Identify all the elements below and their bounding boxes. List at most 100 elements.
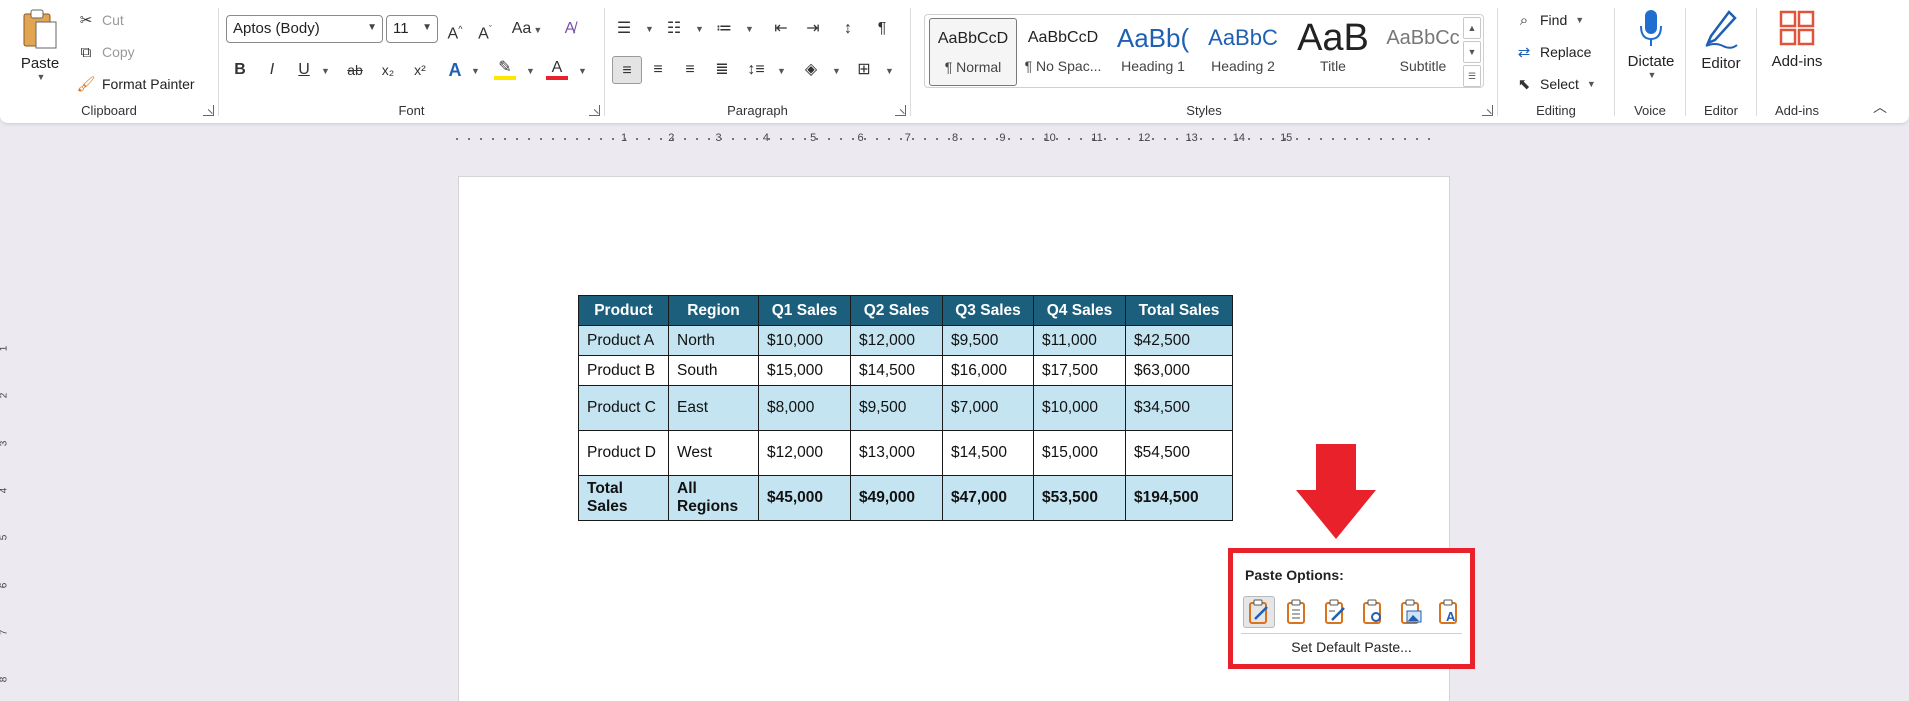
font-launcher-icon[interactable] xyxy=(589,105,600,116)
table-header-cell[interactable]: Total Sales xyxy=(1125,295,1233,326)
sort-button[interactable]: ↕ xyxy=(837,17,859,41)
table-cell[interactable]: $11,000 xyxy=(1033,325,1126,356)
table-cell[interactable]: $7,000 xyxy=(942,385,1034,431)
underline-button[interactable]: U xyxy=(293,58,315,82)
keep-source-formatting-icon[interactable] xyxy=(1243,596,1275,628)
dictate-button[interactable]: Dictate ▼ xyxy=(1621,8,1681,80)
paragraph-launcher-icon[interactable] xyxy=(895,105,906,116)
table-cell[interactable]: $9,500 xyxy=(942,325,1034,356)
font-family-select[interactable]: Aptos (Body) ▼ xyxy=(226,15,383,43)
align-center-button[interactable]: ≡ xyxy=(647,58,669,82)
multilevel-dropdown-icon[interactable]: ▼ xyxy=(745,24,754,34)
dictate-dropdown-icon[interactable]: ▼ xyxy=(1623,70,1681,80)
shading-dropdown-icon[interactable]: ▼ xyxy=(832,66,841,76)
table-cell[interactable]: $53,500 xyxy=(1033,475,1126,521)
table-cell[interactable]: $9,500 xyxy=(850,385,943,431)
addins-button[interactable]: Add-ins xyxy=(1762,8,1832,70)
table-cell[interactable]: $63,000 xyxy=(1125,355,1233,386)
line-spacing-button[interactable]: ↕≡ xyxy=(745,58,767,82)
merge-formatting-icon[interactable] xyxy=(1319,596,1351,628)
multilevel-list-button[interactable]: ≔ xyxy=(713,17,735,41)
clear-formatting-button[interactable]: A̸ xyxy=(559,17,581,41)
table-cell[interactable]: West xyxy=(668,430,759,476)
align-right-button[interactable]: ≡ xyxy=(679,58,701,82)
table-cell[interactable]: $49,000 xyxy=(850,475,943,521)
table-cell[interactable]: $54,500 xyxy=(1125,430,1233,476)
grow-font-button[interactable]: A^ xyxy=(444,17,466,42)
table-cell[interactable]: $14,500 xyxy=(850,355,943,386)
numbering-button[interactable]: ☷ xyxy=(663,17,685,41)
justify-button[interactable]: ≣ xyxy=(711,58,733,82)
paste-dropdown-icon[interactable]: ▼ xyxy=(16,72,66,82)
strikethrough-button[interactable]: ab xyxy=(344,58,366,82)
table-cell[interactable]: $15,000 xyxy=(758,355,851,386)
paste-button[interactable]: Paste ▼ xyxy=(14,8,66,92)
table-cell[interactable]: Product A xyxy=(578,325,669,356)
set-default-paste-button[interactable]: Set Default Paste... xyxy=(1233,639,1470,655)
table-header-cell[interactable]: Region xyxy=(668,295,759,326)
table-cell[interactable]: $12,000 xyxy=(758,430,851,476)
table-header-cell[interactable]: Q1 Sales xyxy=(758,295,851,326)
borders-button[interactable]: ⊞ xyxy=(853,58,875,82)
table-cell[interactable]: $45,000 xyxy=(758,475,851,521)
underline-dropdown-icon[interactable]: ▼ xyxy=(321,66,330,76)
bullets-button[interactable]: ☰ xyxy=(613,17,635,41)
font-color-button[interactable]: A xyxy=(546,58,568,80)
sales-table[interactable]: Product Region Q1 Sales Q2 Sales Q3 Sale… xyxy=(578,295,1233,521)
collapse-ribbon-icon[interactable]: ︿ xyxy=(1873,97,1887,117)
table-cell[interactable]: $47,000 xyxy=(942,475,1034,521)
superscript-button[interactable]: x² xyxy=(409,58,431,82)
select-button[interactable]: ⬉ Select ▼ xyxy=(1514,74,1596,94)
table-cell[interactable]: East xyxy=(668,385,759,431)
table-cell[interactable]: $16,000 xyxy=(942,355,1034,386)
table-cell[interactable]: $42,500 xyxy=(1125,325,1233,356)
cut-button[interactable]: ✂ Cut xyxy=(76,10,124,30)
table-cell[interactable]: $10,000 xyxy=(1033,385,1126,431)
table-cell[interactable]: $12,000 xyxy=(850,325,943,356)
font-color-dropdown-icon[interactable]: ▼ xyxy=(578,66,587,76)
align-left-button[interactable]: ≡ xyxy=(612,56,642,84)
change-case-button[interactable]: Aa ▼ xyxy=(509,17,545,41)
table-cell[interactable]: Product C xyxy=(578,385,669,431)
table-cell[interactable]: $17,500 xyxy=(1033,355,1126,386)
numbering-dropdown-icon[interactable]: ▼ xyxy=(695,24,704,34)
bold-button[interactable]: B xyxy=(229,58,251,82)
table-cell[interactable]: $14,500 xyxy=(942,430,1034,476)
table-cell[interactable]: Product D xyxy=(578,430,669,476)
format-painter-button[interactable]: 🖌 Format Painter xyxy=(76,74,194,94)
font-size-select[interactable]: 11 ▼ xyxy=(386,15,438,43)
text-effects-dropdown-icon[interactable]: ▼ xyxy=(471,66,480,76)
table-cell[interactable]: $15,000 xyxy=(1033,430,1126,476)
table-cell[interactable]: $34,500 xyxy=(1125,385,1233,431)
table-cell[interactable]: $10,000 xyxy=(758,325,851,356)
find-button[interactable]: ⌕ Find ▼ xyxy=(1514,10,1584,30)
table-cell[interactable]: $194,500 xyxy=(1125,475,1233,521)
text-effects-button[interactable]: A xyxy=(444,58,466,82)
bullets-dropdown-icon[interactable]: ▼ xyxy=(645,24,654,34)
replace-button[interactable]: ⇄ Replace xyxy=(1514,42,1592,62)
line-spacing-dropdown-icon[interactable]: ▼ xyxy=(777,66,786,76)
highlight-dropdown-icon[interactable]: ▼ xyxy=(526,66,535,76)
picture-paste-icon[interactable] xyxy=(1395,596,1427,628)
table-cell[interactable]: $13,000 xyxy=(850,430,943,476)
table-cell[interactable]: $8,000 xyxy=(758,385,851,431)
shrink-font-button[interactable]: Aˇ xyxy=(474,17,496,42)
table-cell[interactable]: All Regions xyxy=(668,475,759,521)
link-paste-icon[interactable] xyxy=(1357,596,1389,628)
styles-launcher-icon[interactable] xyxy=(1482,105,1493,116)
subscript-button[interactable]: x₂ xyxy=(377,58,399,82)
table-header-cell[interactable]: Q4 Sales xyxy=(1033,295,1126,326)
table-header-cell[interactable]: Q2 Sales xyxy=(850,295,943,326)
italic-button[interactable]: I xyxy=(261,58,283,82)
borders-dropdown-icon[interactable]: ▼ xyxy=(885,66,894,76)
use-destination-styles-icon[interactable] xyxy=(1281,596,1313,628)
increase-indent-button[interactable]: ⇥ xyxy=(802,17,824,41)
clipboard-launcher-icon[interactable] xyxy=(203,105,214,116)
show-formatting-button[interactable]: ¶ xyxy=(871,17,893,41)
keep-text-only-icon[interactable]: A xyxy=(1433,596,1465,628)
table-cell[interactable]: Total Sales xyxy=(578,475,669,521)
table-header-cell[interactable]: Product xyxy=(578,295,669,326)
decrease-indent-button[interactable]: ⇤ xyxy=(770,17,792,41)
editor-button[interactable]: Editor xyxy=(1691,8,1751,72)
copy-button[interactable]: ⧉ Copy xyxy=(76,42,135,62)
